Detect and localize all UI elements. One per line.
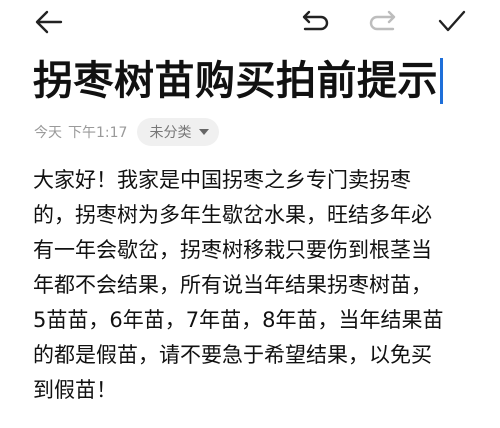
dropdown-arrow-icon <box>199 129 210 135</box>
done-button[interactable] <box>434 4 470 40</box>
category-label: 未分类 <box>149 125 192 141</box>
undo-button[interactable] <box>297 4 333 40</box>
text-cursor <box>440 58 443 104</box>
body-line: 的都是假苗，请不要急于希望结果，以免买 <box>33 343 432 367</box>
category-selector[interactable]: 未分类 <box>137 118 220 146</box>
note-body[interactable]: 大家好！我家是中国拐枣之乡专门卖拐枣 的，拐枣树为多年生歇岔水果，旺结多年必 有… <box>33 163 463 408</box>
body-line: 5苗苗，6年苗，7年苗，8年苗，当年结果苗 <box>33 308 444 332</box>
body-line: 大家好！我家是中国拐枣之乡专门卖拐枣 <box>33 168 411 192</box>
back-button[interactable] <box>31 4 67 40</box>
note-time: 下午1:17 <box>68 125 128 141</box>
undo-icon <box>302 10 329 31</box>
editor-toolbar <box>0 0 500 44</box>
redo-button[interactable] <box>365 4 401 40</box>
checkmark-icon <box>438 10 466 32</box>
back-arrow-icon <box>35 10 63 34</box>
body-line: 到假苗！ <box>33 378 117 402</box>
redo-icon <box>369 10 396 31</box>
note-date: 今天 <box>34 125 62 141</box>
note-title: 拐枣树苗购买拍前提示 <box>33 58 438 104</box>
note-meta: 今天 下午1:17 未分类 <box>34 118 220 146</box>
body-line: 有一年会歇岔，拐枣树移栽只要伤到根茎当 <box>33 238 432 262</box>
note-title-field[interactable]: 拐枣树苗购买拍前提示 <box>33 54 473 108</box>
body-line: 的，拐枣树为多年生歇岔水果，旺结多年必 <box>33 203 432 227</box>
body-line: 年都不会结果，所有说当年结果拐枣树苗， <box>33 273 432 297</box>
